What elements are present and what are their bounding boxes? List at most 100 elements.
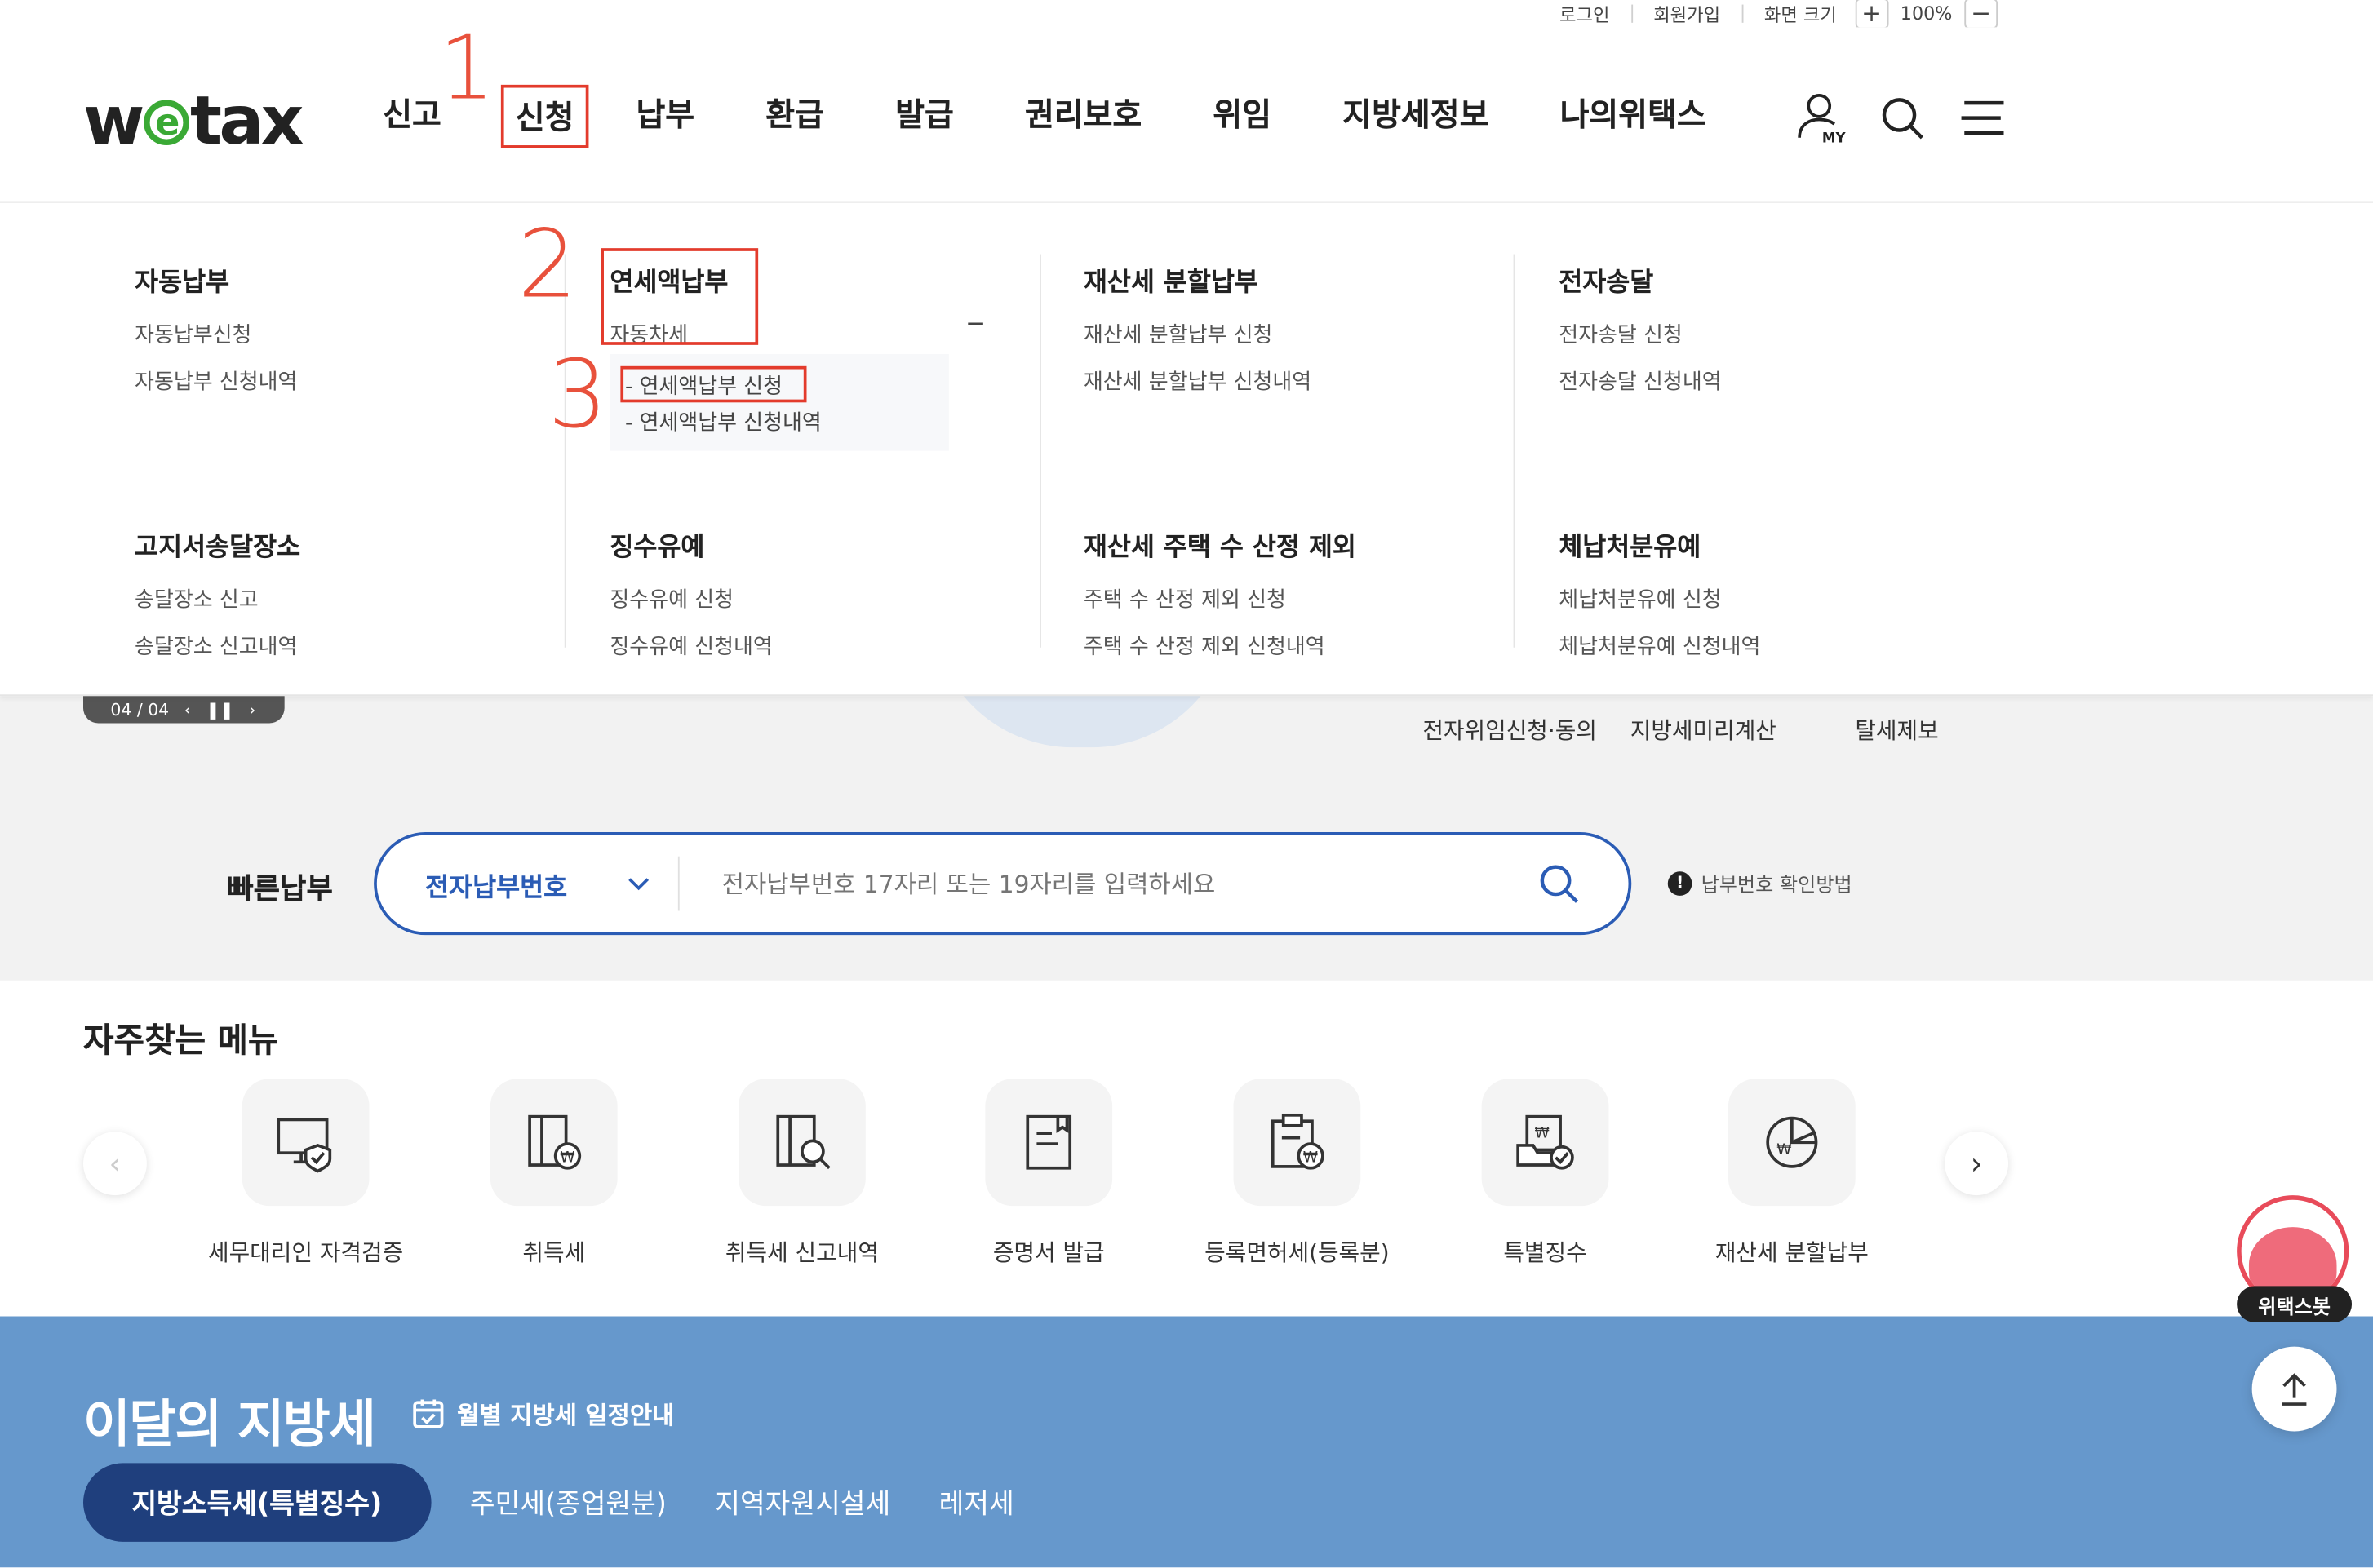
clipboard-won-icon: ₩ — [1271, 1113, 1324, 1170]
annotation-number-1: 1 — [438, 16, 495, 120]
tab-regional-resource-facility-tax[interactable]: 지역자원시설세 — [715, 1483, 890, 1522]
payment-type-select[interactable]: 전자납부번호 — [377, 856, 680, 911]
group-title: 재산세 주택 수 산정 제외 — [1083, 532, 1356, 563]
logo-text-tax: tax — [190, 83, 304, 161]
menu-link[interactable]: 징수유예 신청내역 — [610, 631, 772, 661]
payment-type-value: 전자납부번호 — [425, 872, 568, 903]
utility-bar: 로그인 회원가입 화면 크기 + 100% − — [1559, 0, 2010, 29]
svg-text:₩: ₩ — [1303, 1149, 1318, 1166]
collapse-toggle[interactable]: − — [965, 308, 986, 337]
group-title: 전자송달 — [1559, 268, 1654, 299]
logo-e-icon: e — [143, 99, 189, 145]
payment-number-help-link[interactable]: ! 납부번호 확인방법 — [1667, 869, 1852, 897]
login-link[interactable]: 로그인 — [1559, 1, 1609, 27]
frequent-item[interactable]: ₩ 등록면허세(등록분) — [1183, 1079, 1410, 1268]
menu-link[interactable]: 주택 수 산정 제외 신청내역 — [1084, 631, 1356, 661]
frequent-item[interactable]: ₩ 특별징수 — [1431, 1079, 1658, 1268]
certificate-icon — [1026, 1114, 1072, 1170]
gnb-rights[interactable]: 권리보호 — [1025, 91, 1142, 148]
frequent-item[interactable]: 취득세 신고내역 — [689, 1079, 916, 1268]
annotation-box-3 — [620, 365, 807, 403]
tile: ₩ — [1233, 1079, 1361, 1207]
menu-link[interactable]: 체납처분유예 신청내역 — [1559, 631, 1760, 661]
tile: ₩ — [1481, 1079, 1609, 1207]
tab-leisure-tax[interactable]: 레저세 — [939, 1483, 1014, 1522]
gnb-apply[interactable]: 신청 — [500, 84, 589, 148]
tile — [739, 1079, 866, 1207]
search-icon[interactable] — [1879, 95, 1925, 141]
frequent-item-label: 취득세 — [522, 1238, 586, 1267]
svg-text:₩: ₩ — [1535, 1125, 1550, 1142]
carousel-next-button[interactable]: › — [1945, 1132, 2009, 1196]
zoom-in-button[interactable]: + — [1855, 0, 1888, 29]
tile — [985, 1079, 1113, 1207]
chatbot-button[interactable]: 위택스봇 — [2237, 1195, 2353, 1325]
tax-tabs: 지방소득세(특별징수) 주민세(종업원분) 지역자원시설세 레저세 — [83, 1463, 1062, 1542]
link-tax-precalc[interactable]: 지방세미리계산 — [1630, 714, 1776, 746]
slider-next-icon[interactable]: › — [249, 700, 255, 720]
gnb-report[interactable]: 신고 — [383, 91, 441, 148]
quickpay-search-button[interactable] — [1514, 862, 1604, 905]
slider-pause-icon[interactable]: ❚❚ — [206, 700, 233, 720]
link-e-delegation[interactable]: 전자위임신청·동의 — [1422, 714, 1597, 746]
frequent-item[interactable]: 세무대리인 자격검증 — [193, 1079, 419, 1268]
menu-link[interactable]: 송달장소 신고내역 — [135, 631, 300, 661]
gnb-refund[interactable]: 환급 — [765, 91, 824, 148]
tab-resident-tax-employee[interactable]: 주민세(종업원분) — [470, 1483, 667, 1522]
menu-link[interactable]: 재산세 분할납부 신청내역 — [1084, 366, 1311, 396]
link-tax-evasion-report[interactable]: 탈세제보 — [1855, 714, 1938, 746]
svg-text:₩: ₩ — [560, 1149, 574, 1166]
annotation-number-2: 2 — [517, 208, 578, 320]
tab-local-income-tax[interactable]: 지방소득세(특별징수) — [83, 1463, 431, 1542]
quickpay-label: 빠른납부 — [227, 873, 333, 906]
menu-link[interactable]: 주택 수 산정 제외 신청 — [1084, 584, 1356, 614]
frequent-item-label: 증명서 발급 — [992, 1238, 1105, 1267]
group-title: 재산세 분할납부 — [1083, 268, 1258, 299]
chatbot-label: 위택스봇 — [2237, 1286, 2353, 1322]
calendar-check-icon — [413, 1399, 444, 1428]
gnb-pay[interactable]: 납부 — [636, 91, 694, 148]
menu-link[interactable]: 송달장소 신고 — [135, 584, 300, 614]
payment-number-input[interactable] — [679, 869, 1514, 898]
menu-link[interactable]: 징수유예 신청 — [610, 584, 772, 614]
monthly-schedule-link[interactable]: 월별 지방세 일정안내 — [411, 1395, 674, 1432]
menu-link[interactable]: 재산세 분할납부 신청 — [1084, 319, 1311, 349]
group-title: 체납처분유예 — [1559, 532, 1701, 563]
frequent-item-label: 취득세 신고내역 — [725, 1238, 879, 1267]
gnb-delegate[interactable]: 위임 — [1213, 91, 1271, 148]
hero-section: 04 / 04 ‹ ❚❚ › 전자위임신청·동의 지방세미리계산 탈세제보 빠른… — [0, 605, 2373, 981]
document-search-icon — [776, 1114, 831, 1170]
signup-link[interactable]: 회원가입 — [1653, 1, 1720, 27]
gnb-issue[interactable]: 발급 — [895, 91, 954, 148]
frequent-item-label: 세무대리인 자격검증 — [208, 1238, 404, 1267]
frequent-item[interactable]: ₩ 재산세 분할납부 — [1679, 1079, 1905, 1268]
hamburger-menu-icon[interactable] — [1958, 97, 2007, 140]
gnb-local-tax-info[interactable]: 지방세정보 — [1342, 91, 1488, 148]
global-nav: 신고 신청 납부 환급 발급 권리보호 위임 지방세정보 나의위택스 — [383, 84, 1777, 148]
wetax-logo[interactable]: w e tax — [83, 83, 304, 161]
menu-group-notice-place: 고지서송달장소 송달장소 신고 송달장소 신고내역 — [135, 525, 300, 678]
my-page-icon[interactable]: MY — [1795, 91, 1847, 145]
pie-chart-won-icon: ₩ — [1766, 1116, 1818, 1168]
annotation-number-3: 3 — [548, 339, 608, 450]
carousel-prev-button[interactable]: ‹ — [83, 1132, 147, 1196]
menu-link[interactable]: 자동납부 신청내역 — [135, 366, 297, 396]
search-icon — [1540, 865, 1579, 903]
frequent-item[interactable]: ₩ 취득세 — [441, 1079, 668, 1268]
divider — [1630, 4, 1633, 23]
tile: ₩ — [1728, 1079, 1856, 1207]
menu-link[interactable]: 자동납부신청 — [135, 319, 297, 349]
zoom-out-button[interactable]: − — [1964, 0, 1998, 29]
tile: ₩ — [490, 1079, 618, 1207]
slider-prev-icon[interactable]: ‹ — [184, 700, 191, 720]
submenu-annual-history[interactable]: - 연세액납부 신청내역 — [625, 407, 822, 437]
menu-group-property-split: 재산세 분할납부 재산세 분할납부 신청 재산세 분할납부 신청내역 — [1084, 260, 1311, 413]
menu-link[interactable]: 전자송달 신청 — [1559, 319, 1721, 349]
frequent-item-label: 재산세 분할납부 — [1714, 1238, 1869, 1267]
menu-link[interactable]: 체납처분유예 신청 — [1559, 584, 1760, 614]
frequent-item-label: 등록면허세(등록분) — [1204, 1238, 1390, 1267]
gnb-my-wetax[interactable]: 나의위택스 — [1560, 91, 1706, 148]
scroll-to-top-button[interactable] — [2251, 1346, 2337, 1432]
menu-link[interactable]: 전자송달 신청내역 — [1559, 366, 1721, 396]
frequent-item[interactable]: 증명서 발급 — [935, 1079, 1162, 1268]
